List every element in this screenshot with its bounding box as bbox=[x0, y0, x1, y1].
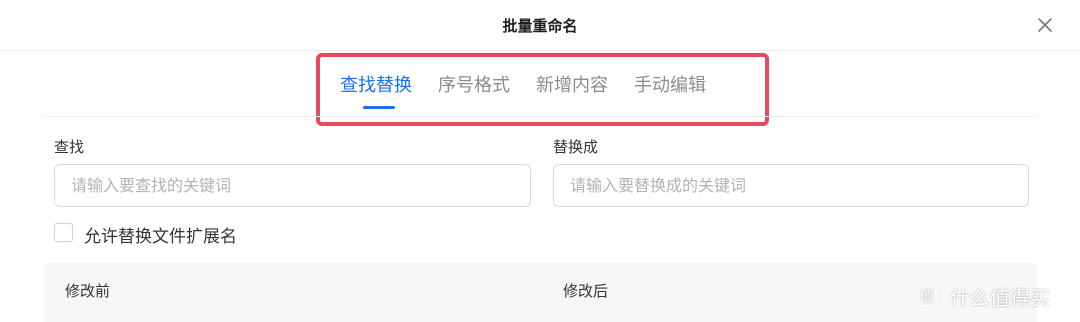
allow-extension-checkbox[interactable] bbox=[54, 223, 73, 242]
column-before: 修改前 bbox=[65, 282, 111, 300]
tab-label: 查找替换 bbox=[340, 75, 412, 96]
find-label: 查找 bbox=[54, 138, 85, 156]
tab-find-replace[interactable]: 查找替换 bbox=[340, 72, 412, 112]
tab-label: 手动编辑 bbox=[634, 75, 706, 96]
tabs-divider bbox=[42, 116, 1038, 117]
allow-extension-label[interactable]: 允许替换文件扩展名 bbox=[84, 222, 237, 247]
dialog-title: 批量重命名 bbox=[502, 17, 578, 35]
zhi-logo-icon: 值 bbox=[913, 282, 941, 310]
watermark-text: 什么值得买 bbox=[950, 285, 1050, 310]
column-after: 修改后 bbox=[563, 282, 609, 300]
batch-rename-dialog: 批量重命名 查找替换 序号格式 新增内容 手动编辑 查找 替换成 允许替换文件扩… bbox=[0, 0, 1080, 322]
tab-label: 序号格式 bbox=[438, 75, 510, 96]
tab-add-content[interactable]: 新增内容 bbox=[536, 72, 608, 112]
close-icon[interactable] bbox=[1034, 14, 1056, 36]
tab-manual-edit[interactable]: 手动编辑 bbox=[634, 72, 706, 112]
replace-input[interactable] bbox=[553, 164, 1029, 207]
preview-table-header: 修改前 修改后 bbox=[44, 263, 1038, 322]
dialog-header: 批量重命名 bbox=[0, 0, 1080, 51]
svg-text:值: 值 bbox=[920, 289, 934, 305]
tab-sequence-format[interactable]: 序号格式 bbox=[438, 72, 510, 112]
rename-mode-tabs: 查找替换 序号格式 新增内容 手动编辑 bbox=[340, 72, 732, 112]
watermark: 值 什么值得买 bbox=[912, 281, 1050, 311]
replace-label: 替换成 bbox=[553, 138, 599, 156]
tab-label: 新增内容 bbox=[536, 75, 608, 96]
active-tab-indicator bbox=[363, 106, 395, 109]
find-input[interactable] bbox=[54, 164, 531, 207]
